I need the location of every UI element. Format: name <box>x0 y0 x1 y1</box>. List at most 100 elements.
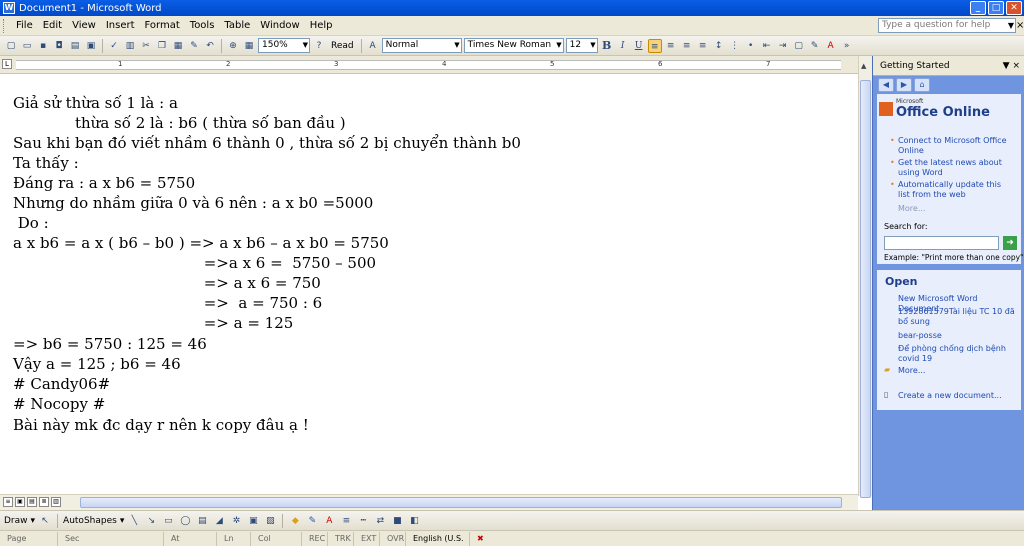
document-line[interactable]: Giả sử thừa số 1 là : a <box>13 94 178 112</box>
menu-file[interactable]: File <box>11 20 38 31</box>
open-folder-icon[interactable]: ▭ <box>20 39 34 53</box>
maximize-button[interactable]: □ <box>988 1 1004 15</box>
web-layout-icon[interactable]: ▣ <box>15 497 25 507</box>
line-style-icon[interactable]: ≡ <box>339 514 353 528</box>
toolbar-options-icon[interactable]: » <box>840 39 854 53</box>
scroll-thumb[interactable] <box>860 80 871 498</box>
align-right-icon[interactable]: ≡ <box>680 39 694 53</box>
styles-icon[interactable]: A <box>366 39 380 53</box>
document-line[interactable]: Bài này mk đc dạy r nên k copy đâu ạ ! <box>13 416 309 434</box>
open-more-link[interactable]: More... <box>898 366 925 376</box>
document-line[interactable]: =>a x 6 = 5750 – 500 <box>13 254 376 272</box>
increase-indent-icon[interactable]: ⇥ <box>776 39 790 53</box>
back-icon[interactable]: ◀ <box>878 78 894 92</box>
line-color-icon[interactable]: ✎ <box>305 514 319 528</box>
document-close-icon[interactable]: × <box>1016 20 1024 31</box>
reading-layout-icon[interactable]: ▥ <box>51 497 61 507</box>
document-line[interactable]: # Candy06# <box>13 375 110 393</box>
permission-icon[interactable]: ◘ <box>52 39 66 53</box>
outline-view-icon[interactable]: ≣ <box>39 497 49 507</box>
spelling-icon[interactable]: ✓ <box>107 39 121 53</box>
menu-format[interactable]: Format <box>140 20 185 31</box>
task-pane-close-icon[interactable]: ▼ × <box>1003 56 1020 76</box>
border-icon[interactable]: ▢ <box>792 39 806 53</box>
text-box-icon[interactable]: ▤ <box>195 514 209 528</box>
horizontal-scrollbar[interactable]: ≡ ▣ ▤ ≣ ▥ <box>0 494 858 510</box>
highlight-icon[interactable]: ✎ <box>808 39 822 53</box>
link-connect-office-online[interactable]: Connect to Microsoft Office Online <box>898 136 1008 156</box>
menu-view[interactable]: View <box>67 20 101 31</box>
arrow-icon[interactable]: ↘ <box>144 514 158 528</box>
font-color-icon[interactable]: A <box>824 39 838 53</box>
font-color-icon[interactable]: A <box>322 514 336 528</box>
create-document-link[interactable]: Create a new document... <box>898 391 1002 401</box>
menu-tools[interactable]: Tools <box>185 20 220 31</box>
minimize-button[interactable]: _ <box>970 1 986 15</box>
numbering-icon[interactable]: ⋮ <box>728 39 742 53</box>
style-select[interactable]: Normal ▼ <box>381 38 462 53</box>
menu-table[interactable]: Table <box>219 20 255 31</box>
read-button[interactable]: Read <box>328 41 357 51</box>
fill-color-icon[interactable]: ◆ <box>288 514 302 528</box>
cut-icon[interactable]: ✂ <box>139 39 153 53</box>
align-left-icon[interactable]: ≡ <box>647 38 662 53</box>
bullets-icon[interactable]: • <box>744 39 758 53</box>
document-line[interactable]: => a = 750 : 6 <box>13 294 323 312</box>
justify-icon[interactable]: ≡ <box>696 39 710 53</box>
help-icon[interactable]: ? <box>312 39 326 53</box>
search-go-icon[interactable]: ➜ <box>1003 236 1017 250</box>
document-line[interactable]: a x b6 = a x ( b6 – b0 ) => a x b6 – a x… <box>13 234 389 252</box>
arrow-style-icon[interactable]: ⇄ <box>373 514 387 528</box>
document-line[interactable]: Đáng ra : a x b6 = 5750 <box>13 174 195 192</box>
status-language[interactable]: English (U.S. <box>406 531 470 546</box>
ruler[interactable]: L 1 2 3 4 5 6 7 <box>0 56 858 74</box>
document-line[interactable]: Vậy a = 125 ; b6 = 46 <box>13 355 181 373</box>
print-layout-icon[interactable]: ▤ <box>27 497 37 507</box>
status-ext[interactable]: EXT <box>354 531 380 546</box>
picture-icon[interactable]: ▨ <box>263 514 277 528</box>
wordart-icon[interactable]: ◢ <box>212 514 226 528</box>
oval-icon[interactable]: ◯ <box>178 514 192 528</box>
word-app-icon[interactable]: W <box>3 2 15 14</box>
shadow-icon[interactable]: ■ <box>390 514 404 528</box>
recent-file[interactable]: Để phòng chống dịch bệnh covid 19 <box>898 344 1016 364</box>
align-center-icon[interactable]: ≡ <box>664 39 678 53</box>
more-link[interactable]: More... <box>898 204 925 214</box>
help-search-input[interactable]: Type a question for help ▼ <box>878 18 1016 33</box>
menu-window[interactable]: Window <box>255 20 304 31</box>
3d-icon[interactable]: ◧ <box>407 514 421 528</box>
print-icon[interactable]: ▤ <box>68 39 82 53</box>
italic-button[interactable]: I <box>616 39 630 53</box>
format-painter-icon[interactable]: ✎ <box>187 39 201 53</box>
save-icon[interactable]: ▪ <box>36 39 50 53</box>
vertical-scrollbar[interactable]: ▲ <box>858 56 872 498</box>
draw-menu[interactable]: Draw <box>4 516 28 526</box>
decrease-indent-icon[interactable]: ⇤ <box>760 39 774 53</box>
document-line[interactable]: => a = 125 <box>13 314 294 332</box>
status-ovr[interactable]: OVR <box>380 531 406 546</box>
select-objects-icon[interactable]: ↖ <box>38 514 52 528</box>
paste-icon[interactable]: ▦ <box>171 39 185 53</box>
status-trk[interactable]: TRK <box>328 531 354 546</box>
chevron-down-icon[interactable]: ▼ <box>1008 19 1014 32</box>
status-rec[interactable]: REC <box>302 531 328 546</box>
research-icon[interactable]: ▥ <box>123 39 137 53</box>
home-icon[interactable]: ⌂ <box>914 78 930 92</box>
undo-icon[interactable]: ↶ <box>203 39 217 53</box>
document-line[interactable]: thừa số 2 là : b6 ( thừa số ban đầu ) <box>13 114 346 132</box>
document-line[interactable]: Ta thấy : <box>13 154 79 172</box>
recent-file[interactable]: 1392861579Tài liệu TC 10 đã bổ sung <box>898 307 1016 327</box>
autoshapes-menu[interactable]: AutoShapes <box>63 516 117 526</box>
print-preview-icon[interactable]: ▣ <box>84 39 98 53</box>
search-input[interactable] <box>884 236 999 250</box>
copy-icon[interactable]: ❐ <box>155 39 169 53</box>
chevron-down-icon[interactable]: ▾ <box>31 516 36 526</box>
menu-edit[interactable]: Edit <box>38 20 67 31</box>
document-line[interactable]: Do : <box>13 214 49 232</box>
document-line[interactable]: => a x 6 = 750 <box>13 274 321 292</box>
document-line[interactable]: => b6 = 5750 : 125 = 46 <box>13 335 207 353</box>
document-line[interactable]: # Nocopy # <box>13 395 105 413</box>
font-size-select[interactable]: 12 ▼ <box>565 38 598 53</box>
forward-icon[interactable]: ▶ <box>896 78 912 92</box>
chevron-down-icon[interactable]: ▾ <box>120 516 125 526</box>
